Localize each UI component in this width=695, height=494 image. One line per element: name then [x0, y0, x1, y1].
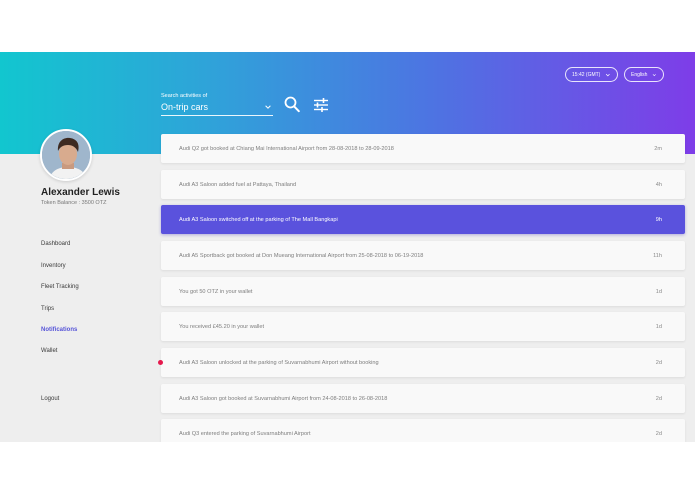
notification-text: Audi A3 Saloon unlocked at the parking o…: [179, 359, 379, 366]
search-select-value: On-trip cars: [161, 102, 209, 112]
nav-item-inventory[interactable]: Inventory: [41, 263, 66, 269]
language-label: English: [631, 71, 648, 78]
user-photo: [42, 131, 90, 179]
notification-text: Audi A3 Saloon added fuel at Pattaya, Th…: [179, 181, 297, 188]
notification-time: 11h: [653, 252, 662, 259]
unread-dot-icon: [158, 360, 163, 365]
notification-row[interactable]: Audi A3 Saloon unlocked at the parking o…: [161, 348, 685, 377]
notification-row[interactable]: You received £45.20 in your wallet 1d: [161, 312, 685, 341]
search-icon[interactable]: [284, 96, 300, 113]
notification-text: You got 50 OTZ in your wallet: [179, 288, 253, 295]
language-dropdown[interactable]: English: [624, 67, 664, 82]
nav-item-notifications[interactable]: Notifications: [41, 327, 77, 333]
chevron-down-icon: [265, 105, 271, 109]
notification-time: 9h: [655, 216, 662, 223]
notification-row-selected[interactable]: Audi A3 Saloon switched off at the parki…: [161, 205, 685, 234]
nav-item-fleet-tracking[interactable]: Fleet Tracking: [41, 284, 79, 290]
notification-row[interactable]: Audi A3 Saloon added fuel at Pattaya, Th…: [161, 170, 685, 199]
notification-text: Audi Q2 got booked at Chiang Mai Interna…: [179, 145, 394, 152]
notification-row[interactable]: Audi A3 Saloon got booked at Suvarnabhum…: [161, 384, 685, 413]
logout-link[interactable]: Logout: [41, 396, 59, 402]
search-select[interactable]: On-trip cars: [161, 99, 273, 116]
notification-text: Audi A3 Saloon got booked at Suvarnabhum…: [179, 395, 388, 402]
notification-time: 2m: [654, 145, 662, 152]
notification-text: Audi Q3 entered the parking of Suvarnabh…: [179, 430, 311, 437]
nav-item-trips[interactable]: Trips: [41, 306, 54, 312]
user-name: Alexander Lewis: [41, 187, 120, 198]
notification-row[interactable]: You got 50 OTZ in your wallet 1d: [161, 277, 685, 306]
time-zone-dropdown[interactable]: 15:42 (GMT): [565, 67, 618, 82]
notification-time: 1d: [655, 288, 662, 295]
notification-row[interactable]: Audi A5 Sportback got booked at Don Muea…: [161, 241, 685, 270]
app-window: 15:42 (GMT) English Search activities of…: [0, 52, 695, 442]
notification-time: 2d: [655, 395, 662, 402]
chevron-down-icon: [653, 73, 657, 76]
filter-sliders-icon[interactable]: [313, 97, 329, 113]
notification-time: 2d: [655, 359, 662, 366]
notification-time: 2d: [655, 430, 662, 437]
notification-time: 4h: [655, 181, 662, 188]
nav-item-dashboard[interactable]: Dashboard: [41, 241, 70, 247]
chevron-down-icon: [606, 73, 611, 76]
notification-time: 1d: [655, 323, 662, 330]
token-balance: Token Balance : 3500 OTZ: [41, 200, 107, 206]
notification-text: You received £45.20 in your wallet: [179, 323, 264, 330]
notification-text: Audi A5 Sportback got booked at Don Muea…: [179, 252, 424, 259]
avatar[interactable]: [40, 129, 92, 181]
notification-row[interactable]: Audi Q2 got booked at Chiang Mai Interna…: [161, 134, 685, 163]
notification-text: Audi A3 Saloon switched off at the parki…: [179, 216, 338, 223]
nav-item-wallet[interactable]: Wallet: [41, 348, 57, 354]
notification-row[interactable]: Audi Q3 entered the parking of Suvarnabh…: [161, 419, 685, 442]
time-zone-label: 15:42 (GMT): [572, 71, 601, 78]
